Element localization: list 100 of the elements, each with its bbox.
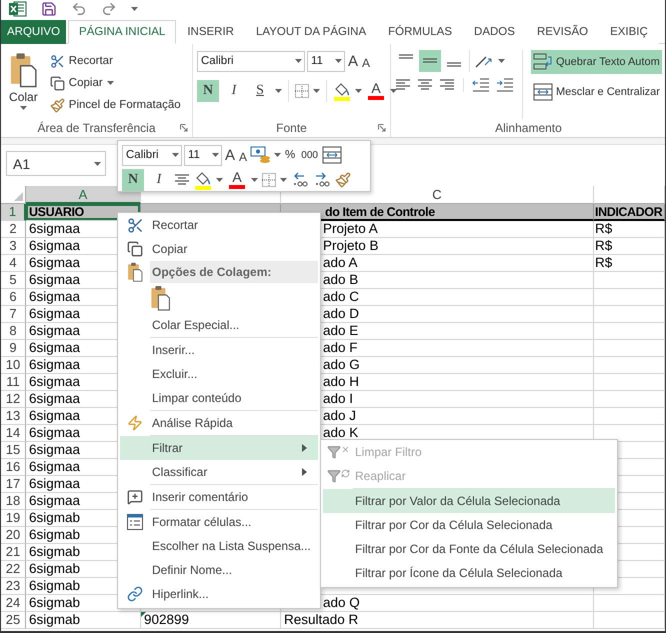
shrink-font-button[interactable]: A — [361, 50, 372, 72]
paintbrush-icon — [50, 98, 65, 112]
caret-icon — [94, 162, 101, 166]
group-label: Alinhamento — [495, 121, 562, 135]
borders-icon[interactable] — [295, 84, 309, 98]
increase-decimal-icon[interactable] — [291, 172, 309, 188]
column-header[interactable]: A — [26, 186, 141, 204]
underline-button[interactable]: S — [249, 80, 271, 102]
row-header[interactable]: 17 — [1, 476, 26, 493]
align-middle-icon[interactable] — [419, 50, 441, 72]
row-header[interactable]: 16 — [1, 459, 26, 476]
lightning-icon — [127, 415, 143, 431]
file-tab[interactable]: ARQUIVO — [1, 20, 66, 44]
ribbon-tab[interactable]: PÁGINA INICIAL — [68, 20, 176, 44]
row-header[interactable]: 8 — [1, 323, 26, 340]
row-header[interactable]: 11 — [1, 374, 26, 391]
italic-button[interactable]: I — [223, 80, 245, 102]
caret-icon — [335, 59, 342, 63]
clipboard-action-button[interactable]: Recortar — [48, 50, 115, 72]
name-box[interactable]: A1 — [6, 151, 106, 176]
font-select[interactable]: Calibri — [197, 50, 305, 72]
save-icon[interactable] — [41, 1, 57, 17]
font-color-button[interactable]: A — [227, 169, 247, 191]
increase-indent-icon[interactable] — [496, 78, 514, 92]
wrap-text-icon — [533, 53, 553, 71]
row-header[interactable]: 20 — [1, 527, 26, 544]
menu-item[interactable]: Filtrar — [120, 436, 318, 460]
paintbrush-icon[interactable] — [335, 172, 351, 188]
shrink-font-button[interactable]: A — [238, 144, 248, 166]
align-left-icon[interactable] — [395, 78, 411, 92]
caret-icon — [106, 81, 114, 85]
format-table-icon[interactable] — [322, 146, 342, 164]
copy-icon — [50, 76, 65, 90]
merge-center-button[interactable]: Mesclar e Centralizar — [531, 80, 662, 104]
fill-color-icon[interactable] — [194, 170, 212, 190]
row-header[interactable]: 13 — [1, 408, 26, 425]
clipboard-action-button[interactable]: Pincel de Formatação — [48, 94, 183, 116]
row-header[interactable]: 2 — [1, 221, 26, 238]
wrap-text-button[interactable]: Quebrar Texto Autom — [531, 50, 662, 74]
row-header[interactable]: 4 — [1, 255, 26, 272]
caret-icon — [313, 89, 320, 93]
row-header[interactable]: 7 — [1, 306, 26, 323]
dialog-launcher-icon[interactable] — [180, 124, 188, 132]
menu-item[interactable]: Filtrar por Cor da Fonte da Célula Selecionada — [323, 537, 615, 561]
dialog-launcher-icon[interactable] — [378, 124, 386, 132]
bold-button[interactable]: N — [197, 80, 219, 102]
borders-icon[interactable] — [262, 173, 276, 187]
row-header[interactable]: 6 — [1, 289, 26, 306]
format-cells-icon — [127, 514, 143, 530]
redo-icon[interactable] — [101, 1, 117, 17]
decrease-decimal-icon[interactable] — [313, 172, 331, 188]
menu-item[interactable]: Filtrar por Cor da Célula Selecionada — [323, 513, 615, 537]
group-label: Área de Transferência — [37, 121, 156, 135]
clipboard-action-button[interactable]: Copiar — [48, 72, 116, 94]
row-header[interactable]: 12 — [1, 391, 26, 408]
row-header[interactable]: 24 — [1, 595, 26, 612]
row-header[interactable]: 14 — [1, 425, 26, 442]
grow-font-button[interactable]: A — [224, 144, 236, 166]
menu-item[interactable]: Filtrar por Valor da Célula Selecionada — [323, 489, 615, 513]
row-header[interactable]: 23 — [1, 578, 26, 595]
scissors-icon — [126, 216, 144, 234]
font-select[interactable]: Calibri — [122, 144, 182, 166]
column-header[interactable]: C — [281, 186, 594, 204]
undo-icon[interactable] — [71, 1, 87, 17]
reapply-filter-icon — [326, 469, 350, 483]
row-header[interactable]: 22 — [1, 561, 26, 578]
clipboard-icon — [9, 52, 38, 88]
align-center-icon[interactable] — [174, 173, 190, 187]
fill-color-icon[interactable] — [333, 81, 351, 101]
row-header[interactable]: 3 — [1, 238, 26, 255]
font-size-select[interactable]: 11 — [184, 144, 222, 166]
font-color-button[interactable]: A — [366, 80, 386, 102]
customize-caret-icon[interactable] — [131, 7, 138, 11]
bold-button[interactable]: N — [122, 169, 144, 191]
paste-icon[interactable] — [150, 285, 171, 311]
thousands-button[interactable]: 000 — [299, 144, 320, 166]
clipboard-icon — [127, 262, 143, 282]
grow-font-button[interactable]: A — [347, 50, 360, 72]
row-header[interactable]: 1 — [1, 204, 26, 221]
row-header[interactable]: 25 — [1, 612, 26, 629]
font-size-select[interactable]: 11 — [307, 50, 345, 72]
row-header[interactable]: 9 — [1, 340, 26, 357]
row-header[interactable]: 19 — [1, 510, 26, 527]
italic-button[interactable]: I — [148, 169, 170, 191]
align-right-icon[interactable] — [439, 78, 455, 92]
row-header[interactable]: 10 — [1, 357, 26, 374]
table-cell: R$ — [594, 255, 665, 272]
decrease-indent-icon[interactable] — [472, 78, 490, 92]
table-cell: INDICADOR — [594, 204, 665, 221]
menu-item[interactable]: Filtrar por Ícone da Célula Selecionada — [323, 561, 615, 585]
align-center-icon[interactable] — [417, 78, 433, 92]
table-cell: 902899 — [141, 612, 281, 629]
row-header[interactable]: 18 — [1, 493, 26, 510]
row-header[interactable]: 5 — [1, 272, 26, 289]
menu-heading: Opções de Colagem: — [150, 261, 318, 283]
percent-button[interactable]: % — [283, 144, 298, 166]
row-header[interactable]: 15 — [1, 442, 26, 459]
row-header[interactable]: 21 — [1, 544, 26, 561]
currency-format-icon[interactable] — [250, 146, 272, 164]
paste-button[interactable]: Colar — [5, 50, 42, 119]
